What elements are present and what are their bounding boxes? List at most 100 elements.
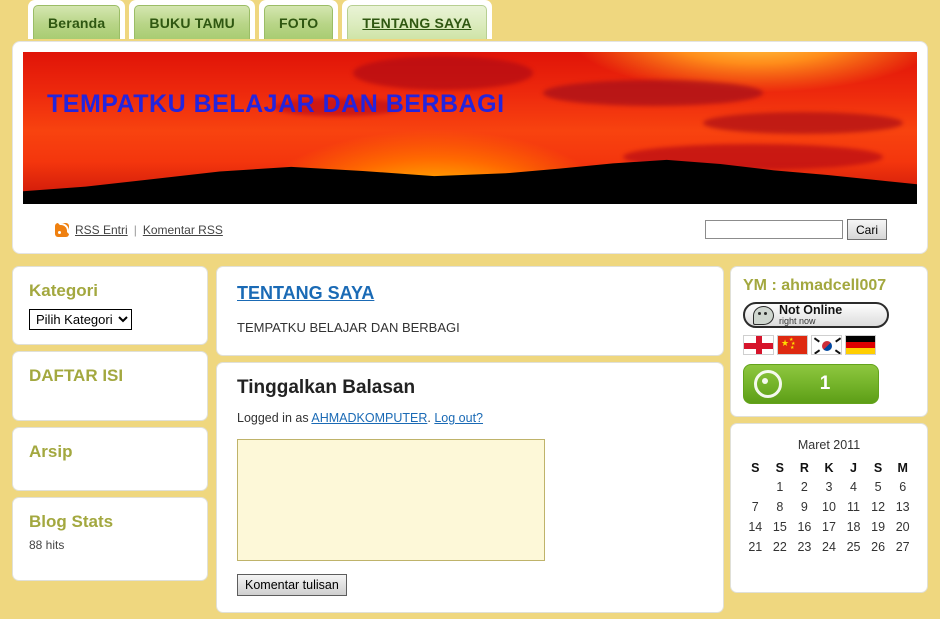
calendar-week-row: 7 8 9 10 11 12 13 xyxy=(743,497,915,517)
flag-counter-widget[interactable]: ★ ★ ★ ★ xyxy=(743,335,915,355)
right-sidebar: YM : ahmadcell007 Not Online right now ★… xyxy=(730,266,928,599)
leave-reply-panel: Tinggalkan Balasan Logged in as AHMADKOM… xyxy=(216,362,724,613)
calendar-day: 14 xyxy=(748,520,763,534)
tab-beranda-label: Beranda xyxy=(48,14,106,31)
tab-foto-inner: FOTO xyxy=(263,5,334,39)
visitor-counter-value: 1 xyxy=(819,373,831,394)
rss-comments-link[interactable]: Komentar RSS xyxy=(143,223,223,237)
tab-beranda[interactable]: Beranda xyxy=(28,0,126,39)
calendar-weekday: K xyxy=(824,461,834,475)
calendar-day: 20 xyxy=(895,520,910,534)
calendar-day: 1 xyxy=(776,480,784,494)
ym-title: YM : ahmadcell007 xyxy=(743,277,887,294)
header-meta-row: RSS Entri | Komentar RSS Cari xyxy=(23,214,919,245)
rss-links-group: RSS Entri | Komentar RSS xyxy=(55,222,223,237)
widget-kategori: Kategori Pilih Kategori xyxy=(12,266,208,345)
site-title: TEMPATKU BELAJAR DAN BERBAGI xyxy=(47,90,505,118)
calendar-weekday: R xyxy=(799,461,809,475)
calendar-day: 23 xyxy=(797,540,812,554)
search-input[interactable] xyxy=(704,220,843,239)
visitor-counter-widget[interactable]: 1 xyxy=(743,364,879,404)
logged-in-status: Logged in as AHMADKOMPUTER. Log out? xyxy=(237,411,703,425)
calendar-day: 19 xyxy=(871,520,886,534)
taeguk-icon xyxy=(822,341,832,351)
blog-stats-hits: 88 hits xyxy=(29,538,65,552)
calendar-weekday-row: S S R K J S M xyxy=(743,459,915,477)
logged-in-suffix: . xyxy=(427,411,431,425)
calendar-weekday: J xyxy=(850,461,857,475)
site-header-panel: TEMPATKU BELAJAR DAN BERBAGI RSS Entri |… xyxy=(12,41,928,254)
tab-tentang-saya-label: TENTANG SAYA xyxy=(362,14,472,31)
calendar-day: 11 xyxy=(847,500,861,514)
calendar-day: 24 xyxy=(822,540,836,554)
category-select[interactable]: Pilih Kategori xyxy=(29,309,132,330)
widget-daftar-isi-title: DAFTAR ISI xyxy=(29,366,124,385)
post-title-link[interactable]: TENTANG SAYA xyxy=(237,283,374,304)
trigram-mark xyxy=(835,349,841,354)
flag-china-icon: ★ ★ ★ ★ xyxy=(777,335,808,355)
trigram-mark xyxy=(835,337,841,343)
calendar-day: 2 xyxy=(800,480,808,494)
calendar-day: 3 xyxy=(825,480,833,494)
trigram-mark xyxy=(814,337,820,343)
calendar-weekday: S xyxy=(873,461,883,475)
calendar-day: 6 xyxy=(899,480,907,494)
ym-status-sub: right now xyxy=(779,316,816,327)
logout-link[interactable]: Log out? xyxy=(434,411,483,425)
calendar-day: 10 xyxy=(822,500,836,514)
tab-beranda-inner: Beranda xyxy=(33,5,121,39)
main-content-column: TENTANG SAYA TEMPATKU BELAJAR DAN BERBAG… xyxy=(216,266,724,619)
tab-buku-tamu-label: BUKU TAMU xyxy=(149,14,235,31)
widget-kategori-title: Kategori xyxy=(29,281,98,300)
calendar-day: 26 xyxy=(871,540,886,554)
widget-daftar-isi: DAFTAR ISI xyxy=(12,351,208,421)
calendar-day xyxy=(743,477,768,497)
calendar-day: 7 xyxy=(751,500,759,514)
leave-reply-heading: Tinggalkan Balasan xyxy=(237,377,416,398)
widget-arsip-title: Arsip xyxy=(29,442,73,461)
ym-status-badge[interactable]: Not Online right now xyxy=(743,302,889,328)
logged-in-username-link[interactable]: AHMADKOMPUTER xyxy=(311,411,427,425)
trigram-mark xyxy=(814,349,820,354)
radar-icon xyxy=(754,370,782,398)
calendar-table: S S R K J S M 1 2 3 4 5 6 7 8 9 10 11 12… xyxy=(743,459,915,557)
tab-foto[interactable]: FOTO xyxy=(258,0,339,39)
calendar-day: 21 xyxy=(748,540,763,554)
tab-tentang-saya-inner: TENTANG SAYA xyxy=(347,5,487,39)
ym-status-text: Not Online right now xyxy=(779,304,842,327)
tab-tentang-saya[interactable]: TENTANG SAYA xyxy=(342,0,492,39)
calendar-day: 15 xyxy=(772,520,787,534)
calendar-day: 27 xyxy=(895,540,910,554)
calendar-day: 25 xyxy=(846,540,861,554)
tab-buku-tamu[interactable]: BUKU TAMU xyxy=(129,0,255,39)
star-icon: ★ xyxy=(781,338,790,348)
main-navigation-tabs: Beranda BUKU TAMU FOTO TENTANG SAYA xyxy=(0,0,940,39)
calendar-weekday: M xyxy=(897,461,908,475)
flag-england-icon xyxy=(743,335,774,355)
calendar-day: 17 xyxy=(822,520,836,534)
calendar-day: 8 xyxy=(776,500,784,514)
tab-foto-label: FOTO xyxy=(278,14,319,31)
yahoo-messenger-icon xyxy=(753,305,774,325)
calendar-month-title: Maret 2011 xyxy=(797,438,861,452)
search-button[interactable]: Cari xyxy=(846,219,887,240)
widget-blog-stats: Blog Stats 88 hits xyxy=(12,497,208,581)
rss-entries-link[interactable]: RSS Entri xyxy=(75,223,128,237)
flag-germany-icon xyxy=(845,335,876,355)
calendar-day: 13 xyxy=(895,500,910,514)
rss-icon xyxy=(55,222,69,237)
banner-cloud xyxy=(543,80,763,106)
banner-cloud xyxy=(703,112,903,134)
widget-yahoo-messenger: YM : ahmadcell007 Not Online right now ★… xyxy=(730,266,928,417)
tab-buku-tamu-inner: BUKU TAMU xyxy=(134,5,250,39)
widget-blog-stats-title: Blog Stats xyxy=(29,512,114,531)
calendar-day: 4 xyxy=(850,480,857,494)
post-panel: TENTANG SAYA TEMPATKU BELAJAR DAN BERBAG… xyxy=(216,266,724,356)
calendar-day: 18 xyxy=(846,520,861,534)
comment-textarea[interactable] xyxy=(237,439,545,561)
submit-comment-button[interactable]: Komentar tulisan xyxy=(237,574,347,596)
search-group: Cari xyxy=(704,219,887,240)
calendar-week-row: 21 22 23 24 25 26 27 xyxy=(743,537,915,557)
ym-status-main: Not Online xyxy=(779,302,843,317)
calendar-week-row: 1 2 3 4 5 6 xyxy=(743,477,915,497)
